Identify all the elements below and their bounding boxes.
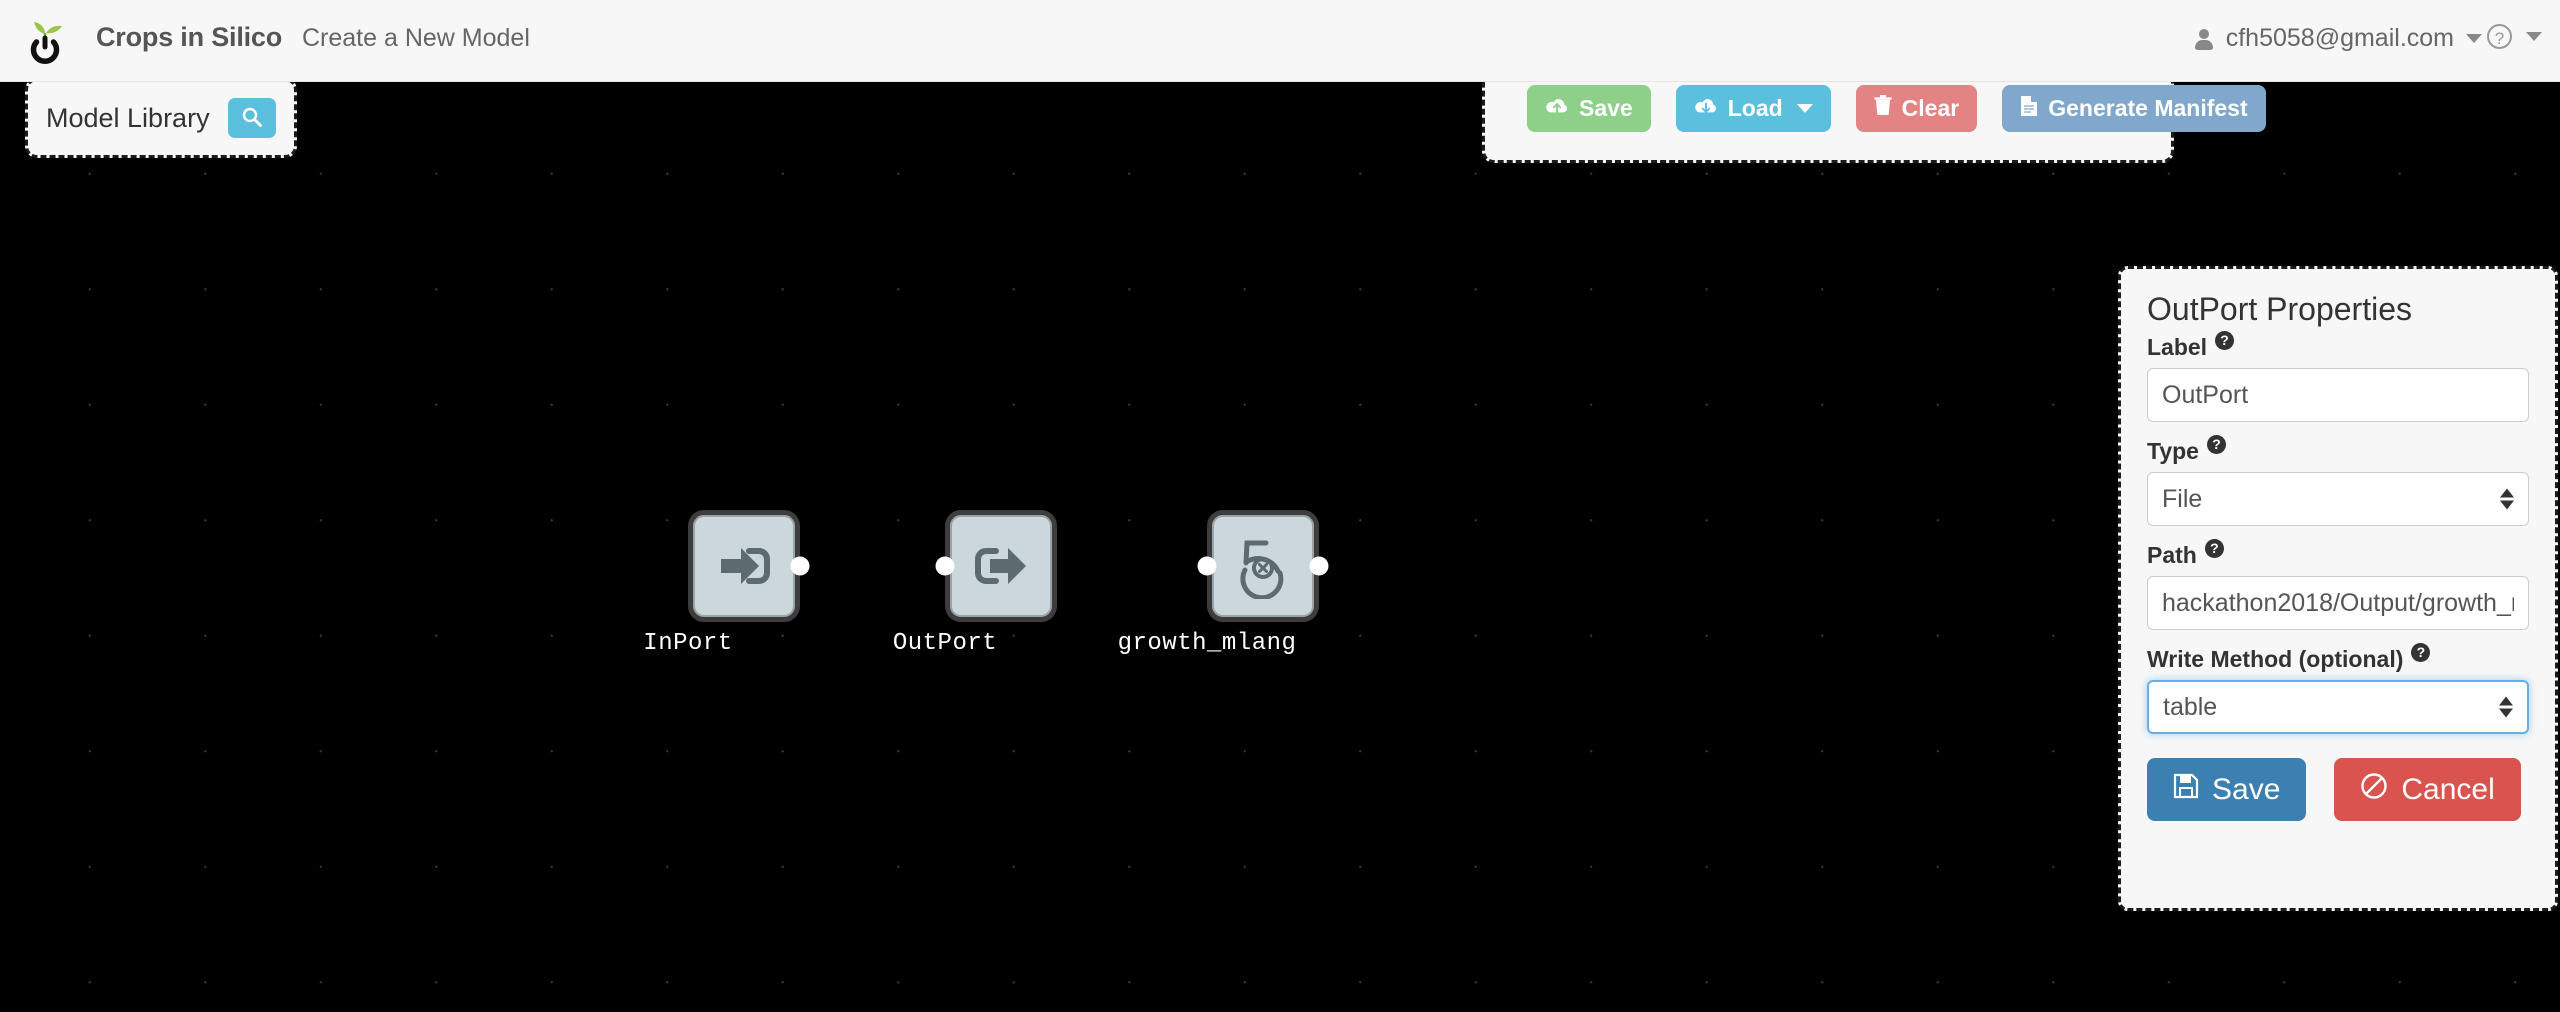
document-icon [2020,95,2038,123]
toolbar-load-button[interactable]: Load [1675,85,1831,132]
account-email: cfh5058@gmail.com [2225,24,2454,52]
chevron-down-icon [2466,34,2482,43]
properties-cancel-label: Cancel [2401,772,2495,806]
write-method-field-caption-text: Write Method (optional) [2147,646,2404,672]
toolbar-clear-button[interactable]: Clear [1855,85,1978,132]
toolbar-save-button[interactable]: Save [1527,85,1651,132]
toolbar-save-label: Save [1579,95,1633,121]
field-group-path: Path ? [2147,539,2529,630]
type-select[interactable]: File [2147,472,2529,526]
cloud-download-icon [1694,95,1718,122]
toolbar-generate-manifest-button[interactable]: Generate Manifest [2002,85,2266,132]
ban-icon [2360,772,2388,808]
label-field-caption-text: Label [2147,334,2208,360]
person-icon [2194,27,2214,51]
node-box[interactable] [945,510,1057,622]
inport-arrow-icon [713,535,775,597]
question-circle-icon: ? [2487,24,2512,49]
search-icon [241,106,263,131]
type-field-caption-text: Type [2147,438,2199,464]
trash-icon [1874,95,1892,122]
node-port-out[interactable] [790,556,810,576]
properties-save-button[interactable]: Save [2147,758,2307,821]
node-label: InPort [643,630,733,657]
properties-panel-title: OutPort Properties [2147,291,2412,327]
node-label: OutPort [892,630,998,657]
write-method-select-value: table [2163,692,2218,721]
question-mark-icon[interactable]: ? [2206,435,2226,454]
type-field-caption: Type ? [2147,435,2529,465]
path-field-caption: Path ? [2147,539,2529,569]
nav-create-new-model[interactable]: Create a New Model [302,24,530,53]
question-mark-icon[interactable]: ? [2204,539,2224,558]
path-field-caption-text: Path [2147,542,2197,568]
label-field-caption: Label ? [2147,331,2529,361]
sprout-power-logo [18,14,72,68]
node-box[interactable] [1207,510,1319,622]
outport-properties-panel: OutPort Properties Label ? Type ? File [2118,266,2558,911]
question-mark-icon[interactable]: ? [2215,331,2235,350]
app-header: Crops in Silico Create a New Model cfh50… [0,0,2560,82]
node-box[interactable] [688,510,800,622]
label-input[interactable] [2147,368,2529,422]
field-group-type: Type ? File [2147,435,2529,526]
toolbar-clear-label: Clear [1901,95,1960,121]
model-library-panel[interactable]: Model Library [25,78,297,158]
application-root: Crops in Silico Create a New Model cfh50… [0,0,2560,1012]
properties-save-label: Save [2212,772,2281,806]
help-menu[interactable]: ? [2487,24,2542,49]
chevron-down-icon [1796,104,1813,113]
write-method-field-caption: Write Method (optional) ? [2147,643,2529,673]
chevron-down-icon [2526,32,2542,41]
path-input[interactable] [2147,576,2529,630]
toolbar-load-label: Load [1727,95,1783,121]
node-label: growth_mlang [1117,630,1297,657]
write-method-select[interactable]: table [2147,680,2529,734]
matlab-5-icon [1230,533,1296,599]
outport-arrow-icon [970,535,1032,597]
select-stepper-icon [2499,696,2513,718]
account-menu[interactable]: cfh5058@gmail.com [2194,24,2482,53]
floppy-disk-icon [2173,773,2199,807]
properties-cancel-button[interactable]: Cancel [2334,758,2521,821]
model-library-title: Model Library [46,102,210,133]
field-group-label: Label ? [2147,331,2529,422]
search-icon-button[interactable] [227,98,276,138]
toolbar-generate-manifest-label: Generate Manifest [2048,95,2248,121]
field-group-write-method: Write Method (optional) ? table [2147,643,2529,734]
node-port-out[interactable] [1309,556,1329,576]
select-stepper-icon [2500,488,2514,510]
node-port-in[interactable] [935,556,955,576]
question-mark-icon[interactable]: ? [2411,643,2431,662]
cloud-upload-icon [1545,95,1569,122]
type-select-value: File [2162,484,2203,513]
properties-panel-actions: Save Cancel [2147,758,2529,821]
node-port-in[interactable] [1197,556,1217,576]
brand-title: Crops in Silico [96,22,283,52]
